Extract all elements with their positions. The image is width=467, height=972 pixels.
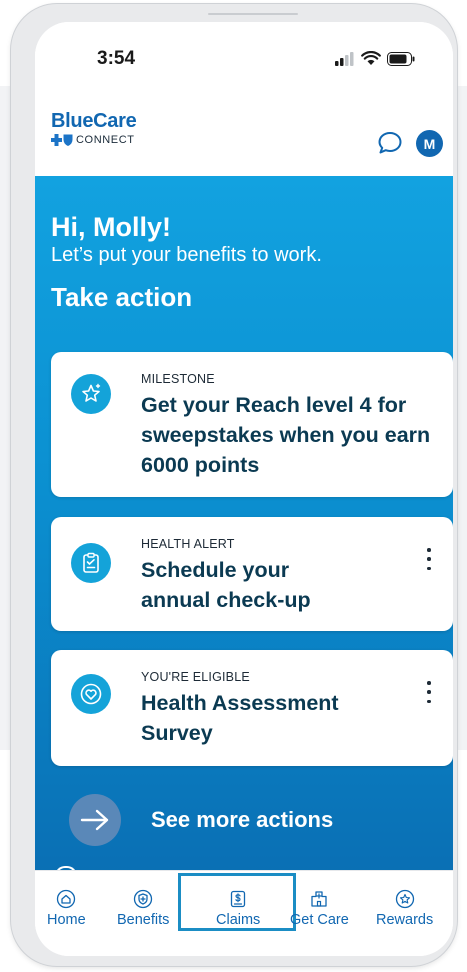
- brand-sub: CONNECT: [76, 134, 135, 146]
- chat-bubble-icon: [378, 132, 402, 154]
- clipboard-check-icon: [83, 552, 99, 573]
- cellular-signal-icon: [335, 52, 354, 66]
- heart-icon: [80, 683, 102, 705]
- card-icon-container: [71, 543, 111, 583]
- app-header: BlueCare CONNECT M: [35, 96, 453, 176]
- more-options-button[interactable]: [423, 681, 435, 703]
- card-title: Health Assessment Survey: [141, 691, 339, 745]
- arrow-right-icon: [80, 809, 109, 831]
- nav-label: Claims: [216, 912, 261, 928]
- see-more-label: See more actions: [151, 807, 334, 832]
- nav-item-benefits[interactable]: Benefits: [117, 889, 169, 928]
- brand-name: BlueCare: [51, 110, 137, 132]
- phone-frame: 3:54 BlueCare CONNECT M Hi, Molly! Let’s…: [11, 4, 457, 966]
- nav-label: Home: [47, 912, 86, 928]
- phone-top-edge: [208, 13, 298, 15]
- nav-item-home[interactable]: Home: [47, 889, 86, 928]
- chat-button[interactable]: [377, 130, 403, 156]
- nav-item-rewards[interactable]: Rewards: [376, 889, 433, 928]
- star-icon: [82, 383, 101, 402]
- status-bar: 3:54: [35, 22, 453, 96]
- wifi-icon: [361, 51, 381, 65]
- nav-label: Rewards: [376, 912, 434, 928]
- home-icon: [57, 889, 76, 909]
- card-title: Schedule your annual check-up: [141, 558, 311, 612]
- status-time: 3:54: [97, 48, 136, 69]
- hospital-icon: [311, 891, 328, 907]
- see-more-circle: [69, 794, 121, 846]
- phone-screen: 3:54 BlueCare CONNECT M Hi, Molly! Let’s…: [35, 22, 453, 956]
- shield-plus-icon: [134, 889, 153, 909]
- nav-item-claims[interactable]: Claims: [216, 889, 260, 928]
- more-options-button[interactable]: [423, 548, 435, 570]
- greeting: Hi, Molly!: [51, 212, 171, 242]
- dollar-doc-icon: [231, 890, 246, 908]
- nav-label: Get Care: [290, 912, 349, 928]
- greeting-subtitle: Let’s put your benefits to work.: [51, 244, 322, 266]
- card-kicker: YOU'RE ELIGIBLE: [141, 670, 250, 684]
- nav-label: Benefits: [117, 912, 170, 928]
- card-kicker: HEALTH ALERT: [141, 537, 235, 551]
- bottom-navigation: Home Benefits Claims Get Care Rewards: [35, 870, 453, 956]
- status-icons: [335, 51, 415, 66]
- battery-icon: [387, 52, 415, 66]
- hero-section: Hi, Molly! Let’s put your benefits to wo…: [35, 176, 453, 880]
- cross-shield-logo-icon: [51, 134, 73, 146]
- section-title: Take action: [51, 282, 193, 312]
- nav-item-get-care[interactable]: Get Care: [290, 889, 349, 928]
- card-icon-container: [71, 374, 111, 414]
- card-title: Get your Reach level 4 for sweepstakes w…: [141, 393, 431, 477]
- avatar[interactable]: M: [416, 130, 443, 157]
- see-more-actions-button[interactable]: See more actions: [69, 794, 333, 846]
- card-icon-container: [71, 674, 111, 714]
- action-card-health-alert[interactable]: HEALTH ALERT Schedule your annual check-…: [51, 517, 453, 631]
- action-card-milestone[interactable]: MILESTONE Get your Reach level 4 for swe…: [51, 352, 453, 497]
- action-card-eligible[interactable]: YOU'RE ELIGIBLE Health Assessment Survey: [51, 650, 453, 766]
- card-kicker: MILESTONE: [141, 372, 215, 386]
- bluecare-logo[interactable]: BlueCare CONNECT: [51, 110, 137, 146]
- star-badge-icon: [395, 889, 414, 909]
